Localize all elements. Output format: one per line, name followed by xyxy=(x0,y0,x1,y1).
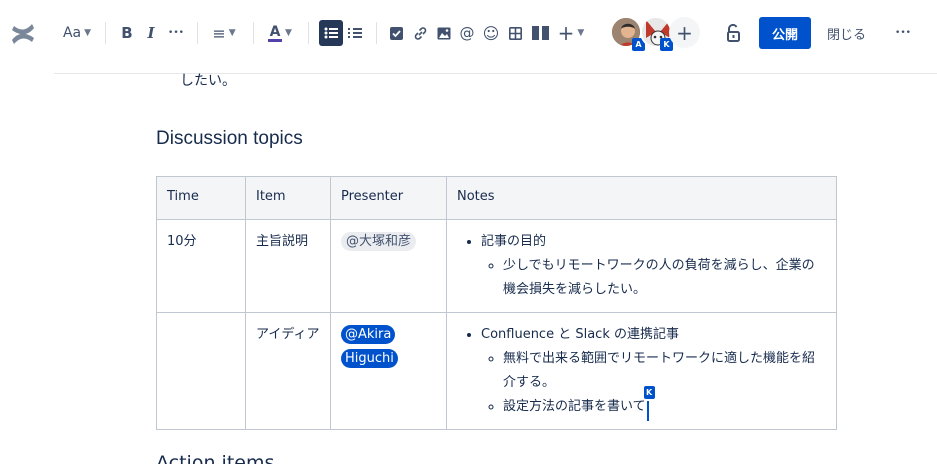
toolbar-divider xyxy=(308,22,309,44)
insert-more-dropdown[interactable]: + ▼ xyxy=(556,20,586,46)
cell-notes[interactable]: 記事の目的 少しでもリモートワークの人の負荷を減らし、企業の機会損失を減らしたい… xyxy=(446,219,837,313)
chevron-down-icon: ▼ xyxy=(228,28,236,38)
cell-item[interactable]: 主旨説明 xyxy=(245,219,331,313)
discussion-topics-table: Time Item Presenter Notes 10分 主旨説明 @大塚和彦… xyxy=(156,176,837,430)
next-section-heading[interactable]: Action items xyxy=(156,452,274,464)
text-color-icon: A xyxy=(268,23,283,42)
header-item[interactable]: Item xyxy=(245,176,331,220)
emoji-icon: ☺ xyxy=(482,23,500,43)
unlock-icon xyxy=(727,24,740,42)
list-item: 設定方法の記事を書いてK xyxy=(503,386,826,421)
header-time[interactable]: Time xyxy=(156,176,246,220)
editor-toolbar: Aa ▼ B I ••• ≡ ▼ A ▼ @ ☺ + ▼ A K + 公開 閉じ… xyxy=(0,0,937,74)
table-icon xyxy=(508,26,522,40)
bold-button[interactable]: B xyxy=(118,20,136,46)
user-mention-selected[interactable]: @Akira Higuchi xyxy=(341,325,398,368)
collaborator-cursor-text: 設定方法の記事を書いて K xyxy=(503,386,655,421)
list-item: 無料で出来る範囲でリモートワークに適した機能を紹介する。 xyxy=(503,347,826,395)
list-item: 少しでもリモートワークの人の負荷を減らし、企業の機会損失を減らしたい。 xyxy=(503,254,826,302)
add-collaborator-button[interactable]: + xyxy=(669,17,700,48)
publish-button[interactable]: 公開 xyxy=(759,17,811,49)
toolbar-divider xyxy=(376,22,377,44)
chevron-down-icon: ▼ xyxy=(84,28,92,38)
table-row: 10分 主旨説明 @大塚和彦 記事の目的 少しでもリモートワークの人の負荷を減ら… xyxy=(156,219,837,313)
toolbar-divider xyxy=(105,22,106,44)
cell-presenter[interactable]: @Akira Higuchi xyxy=(330,312,447,430)
sub-list: 無料で出来る範囲でリモートワークに適した機能を紹介する。 設定方法の記事を書いて… xyxy=(481,347,826,421)
cell-time[interactable] xyxy=(156,312,246,430)
restrictions-button[interactable] xyxy=(723,20,743,46)
link-icon xyxy=(414,26,426,40)
more-actions-button[interactable]: ••• xyxy=(893,20,913,46)
emoji-button[interactable]: ☺ xyxy=(482,20,500,46)
action-item-button[interactable] xyxy=(387,20,405,46)
sub-list: 少しでもリモートワークの人の負荷を減らし、企業の機会損失を減らしたい。 xyxy=(481,254,826,302)
chevron-down-icon: ▼ xyxy=(577,28,585,38)
checkbox-icon xyxy=(389,26,403,40)
toolbar-divider xyxy=(253,22,254,44)
toolbar-divider xyxy=(197,22,198,44)
image-icon xyxy=(437,27,451,39)
list-item: Confluence と Slack の連携記事 無料で出来る範囲でリモートワー… xyxy=(481,323,826,421)
cell-presenter[interactable]: @大塚和彦 xyxy=(330,219,447,313)
chevron-down-icon: ▼ xyxy=(285,28,292,38)
confluence-logo-icon[interactable] xyxy=(10,22,36,46)
notes-list: Confluence と Slack の連携記事 無料で出来る範囲でリモートワー… xyxy=(457,323,826,421)
table-button[interactable] xyxy=(506,20,524,46)
link-button[interactable] xyxy=(411,20,429,46)
numbered-list-icon xyxy=(348,28,362,38)
header-notes[interactable]: Notes xyxy=(446,176,837,220)
more-formatting-button[interactable]: ••• xyxy=(166,20,186,46)
text-color-dropdown[interactable]: A ▼ xyxy=(264,20,296,46)
header-presenter[interactable]: Presenter xyxy=(330,176,447,220)
bullet-list-button[interactable] xyxy=(319,20,343,46)
notes-list: 記事の目的 少しでもリモートワークの人の負荷を減らし、企業の機会損失を減らしたい… xyxy=(457,230,826,302)
mention-button[interactable]: @ xyxy=(458,20,476,46)
cell-item[interactable]: アイディア xyxy=(245,312,331,430)
table-header-row: Time Item Presenter Notes xyxy=(156,176,837,220)
cursor-badge: K xyxy=(643,386,655,399)
list-item: 記事の目的 少しでもリモートワークの人の負荷を減らし、企業の機会損失を減らしたい… xyxy=(481,230,826,302)
align-left-icon: ≡ xyxy=(212,23,226,43)
previous-text-fragment: したい。 xyxy=(180,73,236,89)
layout-button[interactable] xyxy=(530,20,550,46)
image-button[interactable] xyxy=(435,20,453,46)
cell-notes[interactable]: Confluence と Slack の連携記事 無料で出来る範囲でリモートワー… xyxy=(446,312,837,430)
cell-time[interactable]: 10分 xyxy=(156,219,246,313)
plus-icon: + xyxy=(557,21,575,45)
plus-icon: + xyxy=(676,20,693,45)
at-icon: @ xyxy=(459,24,475,42)
bullet-list-icon xyxy=(324,27,338,39)
text-style-dropdown[interactable]: Aa ▼ xyxy=(60,20,94,46)
numbered-list-button[interactable] xyxy=(345,20,365,46)
italic-button[interactable]: I xyxy=(142,20,160,46)
discussion-topics-heading[interactable]: Discussion topics xyxy=(156,128,303,150)
layout-columns-icon xyxy=(531,26,549,40)
alignment-dropdown[interactable]: ≡ ▼ xyxy=(208,20,240,46)
table-row: アイディア @Akira Higuchi Confluence と Slack … xyxy=(156,312,837,430)
close-button[interactable]: 閉じる xyxy=(827,24,866,43)
text-style-label: Aa xyxy=(62,25,82,41)
user-mention[interactable]: @大塚和彦 xyxy=(341,232,417,251)
